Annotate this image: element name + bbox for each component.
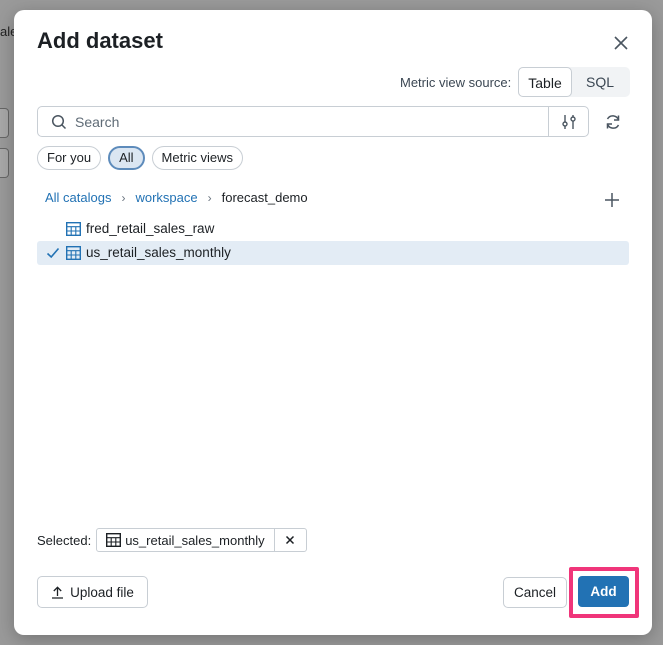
upload-file-label: Upload file bbox=[70, 584, 134, 600]
dialog-title: Add dataset bbox=[37, 28, 163, 53]
remove-selection-close-icon[interactable] bbox=[273, 529, 306, 551]
list-item[interactable]: fred_retail_sales_raw bbox=[37, 217, 629, 241]
chip-all[interactable]: All bbox=[108, 146, 145, 170]
table-list: fred_retail_sales_raw us_retail_sales_mo… bbox=[37, 217, 629, 265]
breadcrumb-workspace[interactable]: workspace bbox=[135, 190, 197, 205]
filter-chips: For you All Metric views bbox=[37, 146, 244, 170]
toggle-table[interactable]: Table bbox=[518, 67, 572, 97]
breadcrumb-current: forecast_demo bbox=[221, 190, 308, 205]
metric-view-source-toggle: Table SQL bbox=[518, 67, 630, 97]
filter-settings-icon[interactable] bbox=[560, 113, 578, 131]
table-icon bbox=[65, 245, 82, 261]
selected-label: Selected: bbox=[37, 532, 92, 548]
add-button[interactable]: Add bbox=[578, 576, 629, 607]
table-name: fred_retail_sales_raw bbox=[86, 221, 215, 236]
search-input[interactable]: Search bbox=[75, 114, 119, 130]
refresh-icon[interactable] bbox=[603, 112, 623, 132]
search-divider bbox=[548, 107, 549, 136]
table-name: us_retail_sales_monthly bbox=[86, 245, 231, 260]
selected-tag: us_retail_sales_monthly bbox=[96, 528, 307, 552]
breadcrumb-all-catalogs[interactable]: All catalogs bbox=[45, 190, 111, 205]
chip-metric-views[interactable]: Metric views bbox=[151, 146, 244, 170]
add-dataset-dialog: Add dataset Metric view source: Table SQ… bbox=[14, 10, 652, 635]
checkmark-icon bbox=[46, 246, 60, 260]
chevron-right-icon: › bbox=[207, 190, 212, 205]
plus-icon[interactable] bbox=[603, 191, 621, 209]
upload-file-button[interactable]: Upload file bbox=[37, 576, 148, 608]
selection-summary: Selected: us_retail_sales_monthly bbox=[37, 528, 307, 552]
chip-for-you[interactable]: For you bbox=[37, 146, 102, 170]
table-icon bbox=[65, 221, 82, 237]
table-icon bbox=[106, 532, 122, 548]
background-control bbox=[0, 108, 9, 138]
upload-icon bbox=[52, 585, 64, 599]
metric-view-source-label: Metric view source: bbox=[400, 75, 512, 90]
selected-tag-label: us_retail_sales_monthly bbox=[125, 532, 265, 548]
close-icon[interactable] bbox=[611, 33, 631, 53]
breadcrumb: All catalogs › workspace › forecast_demo bbox=[45, 190, 308, 205]
cancel-button[interactable]: Cancel bbox=[503, 577, 567, 608]
background-control bbox=[0, 148, 9, 178]
list-item-selected[interactable]: us_retail_sales_monthly bbox=[37, 241, 629, 265]
chevron-right-icon: › bbox=[121, 190, 126, 205]
search-icon bbox=[51, 114, 67, 130]
search-box[interactable]: Search bbox=[37, 106, 589, 137]
toggle-sql[interactable]: SQL bbox=[572, 67, 628, 97]
